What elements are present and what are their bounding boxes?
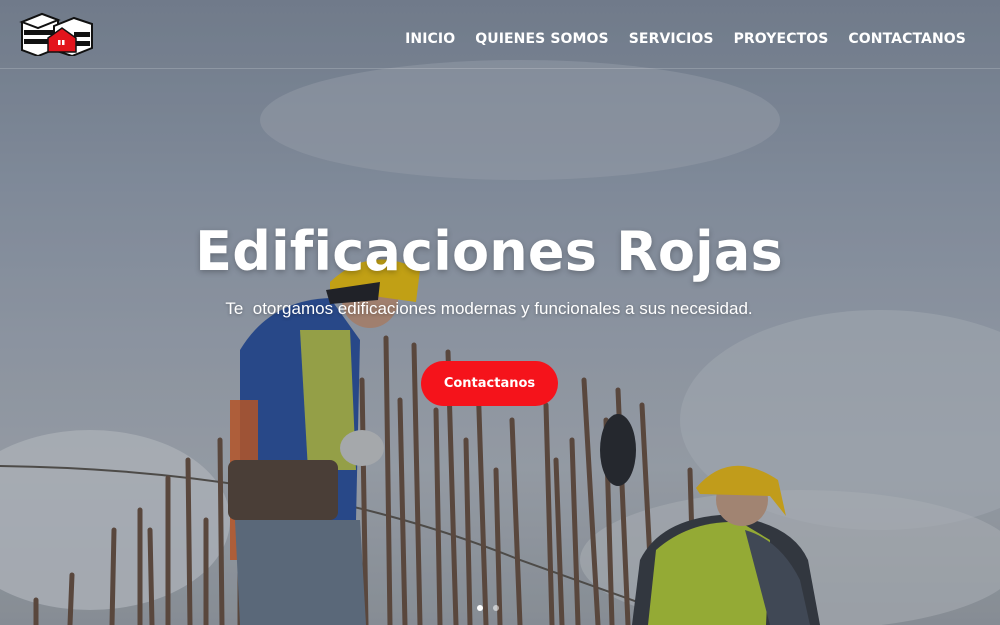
contact-cta-button[interactable]: Contactanos: [421, 361, 558, 406]
nav-item-contactanos[interactable]: CONTACTANOS: [848, 31, 966, 47]
main-nav: INICIO QUIENES SOMOS SERVICIOS PROYECTOS…: [405, 31, 966, 47]
nav-item-inicio[interactable]: INICIO: [405, 31, 455, 47]
slider-dots: [477, 605, 499, 611]
nav-item-servicios[interactable]: SERVICIOS: [629, 31, 714, 47]
nav-item-quienes-somos[interactable]: QUIENES SOMOS: [475, 31, 608, 47]
slider-dot-1[interactable]: [477, 605, 483, 611]
slider-dot-2[interactable]: [493, 605, 499, 611]
building-logo-icon[interactable]: [18, 6, 96, 58]
site-header: INICIO QUIENES SOMOS SERVICIOS PROYECTOS…: [0, 0, 1000, 69]
hero-subtitle: Te otorgamos edificaciones modernas y fu…: [225, 299, 753, 318]
nav-item-proyectos[interactable]: PROYECTOS: [734, 31, 829, 47]
hero-title: Edificaciones Rojas: [195, 220, 783, 283]
